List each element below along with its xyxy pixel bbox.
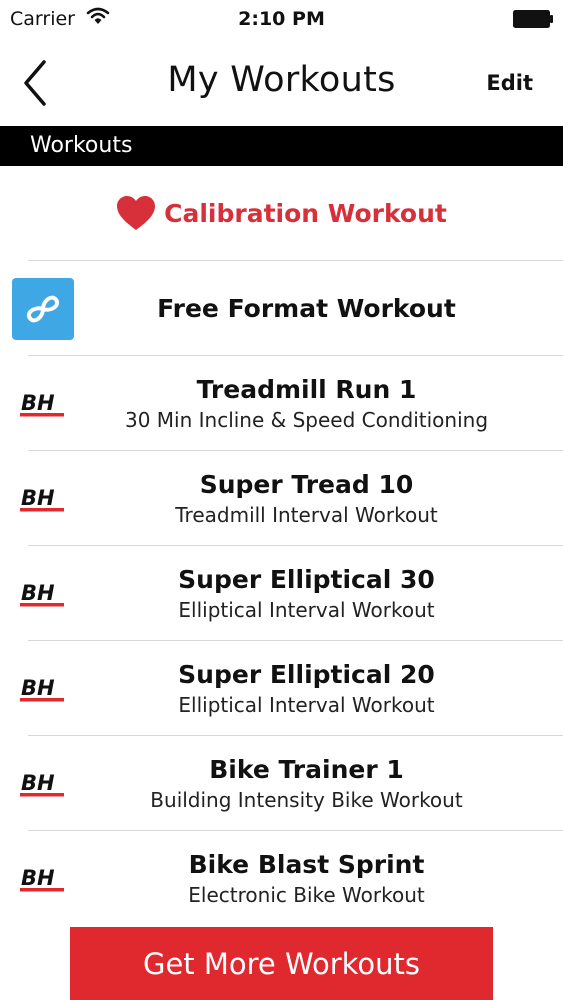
workout-title: Bike Trainer 1: [209, 755, 404, 784]
workout-subtitle: 30 Min Incline & Speed Conditioning: [124, 408, 489, 432]
list-item[interactable]: BH Bike Blast Sprint Electronic Bike Wor…: [0, 831, 563, 926]
workout-subtitle: Elliptical Interval Workout: [178, 693, 435, 717]
workout-subtitle: Building Intensity Bike Workout: [150, 788, 463, 812]
list-item[interactable]: BH Bike Trainer 1 Building Intensity Bik…: [0, 736, 563, 831]
list-item[interactable]: BH Treadmill Run 1 30 Min Incline & Spee…: [0, 356, 563, 451]
workout-title: Bike Blast Sprint: [188, 850, 425, 879]
workout-subtitle: Elliptical Interval Workout: [178, 598, 435, 622]
calibration-workout-title: Calibration Workout: [164, 199, 447, 228]
workout-title: Super Tread 10: [199, 470, 414, 499]
page-title: My Workouts: [167, 60, 396, 100]
heart-icon: [117, 195, 156, 230]
workout-title: Super Elliptical 30: [178, 565, 435, 594]
section-header: Workouts: [0, 126, 563, 166]
workout-list: Calibration Workout Free Format Workout …: [0, 166, 563, 926]
workout-subtitle: Electronic Bike Workout: [188, 883, 425, 907]
list-item[interactable]: BH Super Tread 10 Treadmill Interval Wor…: [0, 451, 563, 546]
free-format-workout-title: Free Format Workout: [157, 294, 456, 323]
workout-title: Treadmill Run 1: [196, 375, 417, 404]
workout-title: Super Elliptical 20: [178, 660, 435, 689]
navigation-bar: My Workouts Edit: [0, 38, 563, 126]
calibration-workout-row[interactable]: Calibration Workout: [0, 166, 563, 261]
get-more-workouts-button[interactable]: Get More Workouts: [70, 927, 493, 1000]
battery-icon: [513, 10, 553, 28]
workout-subtitle: Treadmill Interval Workout: [175, 503, 438, 527]
status-bar: Carrier 2:10 PM: [0, 0, 563, 38]
free-format-workout-row[interactable]: Free Format Workout: [0, 261, 563, 356]
list-item[interactable]: BH Super Elliptical 20 Elliptical Interv…: [0, 641, 563, 736]
status-time: 2:10 PM: [238, 8, 325, 30]
edit-button[interactable]: Edit: [486, 71, 533, 95]
list-item[interactable]: BH Super Elliptical 30 Elliptical Interv…: [0, 546, 563, 641]
